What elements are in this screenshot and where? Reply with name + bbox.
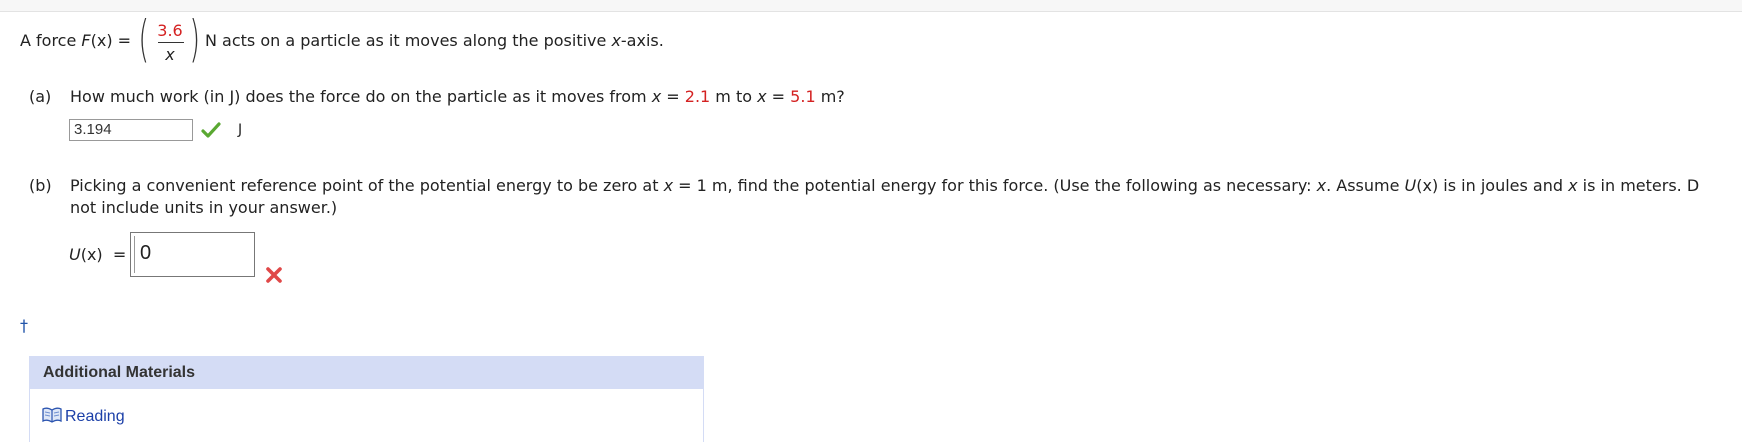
part-a-unit: J xyxy=(238,122,243,138)
force-numerator: 3.6 xyxy=(157,21,183,40)
x2-value: 5.1 xyxy=(790,87,816,106)
part-a-question: How much work (in J) does the force do o… xyxy=(70,87,845,106)
part-b-question-line1: Picking a convenient reference point of … xyxy=(70,176,1700,195)
reading-link[interactable]: Reading xyxy=(42,407,125,428)
intro-before: A force F(x) = xyxy=(20,31,132,50)
fraction-bar xyxy=(158,42,184,43)
left-paren: ( xyxy=(138,10,150,68)
part-b-answer-input[interactable]: 0 xyxy=(130,232,255,277)
force-symbol: F xyxy=(81,31,91,50)
top-border xyxy=(0,0,1742,12)
part-a-answer-input[interactable]: 3.194 xyxy=(69,119,193,141)
book-icon xyxy=(42,407,62,428)
part-b-answer-label: U(x) = xyxy=(69,245,127,264)
part-b-question-line2: not include units in your answer.) xyxy=(70,198,338,217)
right-paren: ) xyxy=(189,10,201,68)
part-b-label: (b) xyxy=(29,176,52,195)
intro-after: N acts on a particle as it moves along t… xyxy=(205,31,664,50)
reading-link-label[interactable]: Reading xyxy=(65,408,125,425)
additional-materials-heading: Additional Materials xyxy=(30,357,703,389)
x1-value: 2.1 xyxy=(684,87,711,106)
x-mark-icon xyxy=(265,266,283,288)
force-denominator: x xyxy=(165,45,175,64)
check-icon xyxy=(201,121,221,143)
part-a-label: (a) xyxy=(29,87,52,106)
footnote-marker: † xyxy=(20,316,28,335)
additional-materials-panel: Additional Materials Reading xyxy=(29,356,704,442)
